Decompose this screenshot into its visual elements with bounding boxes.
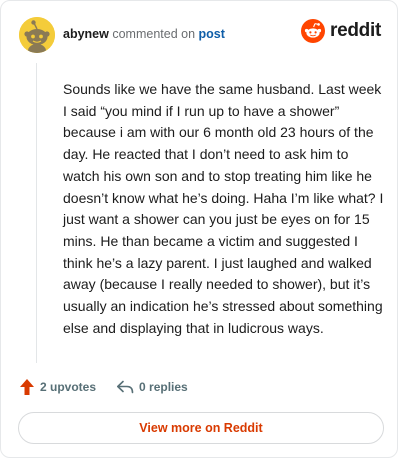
- reply-count: 0 replies: [139, 380, 188, 394]
- reply-arrow-icon: [117, 380, 134, 394]
- comment-card: abynew commented on post reddit Sounds l…: [0, 0, 398, 458]
- reply-button[interactable]: 0 replies: [116, 380, 188, 394]
- reddit-wordmark: reddit: [330, 20, 381, 41]
- comment-actions: 2 upvotes 0 replies: [19, 377, 188, 397]
- comment-header: abynew commented on post: [63, 26, 225, 42]
- user-avatar[interactable]: [19, 17, 55, 53]
- view-more-button[interactable]: View more on Reddit: [18, 412, 384, 444]
- upvote-arrow-icon: [20, 379, 34, 395]
- comment-body: Sounds like we have the same husband. La…: [63, 81, 384, 336]
- post-link[interactable]: post: [199, 27, 225, 41]
- upvote-count: 2 upvotes: [40, 380, 97, 394]
- reddit-brand[interactable]: reddit: [301, 19, 381, 43]
- commented-on-text: commented on: [112, 27, 196, 41]
- thread-line: [36, 63, 37, 363]
- reddit-logo-icon: [301, 19, 326, 43]
- username[interactable]: abynew: [63, 27, 109, 41]
- upvote-button[interactable]: 2 upvotes: [19, 378, 96, 396]
- snoo-avatar-icon: [19, 17, 55, 53]
